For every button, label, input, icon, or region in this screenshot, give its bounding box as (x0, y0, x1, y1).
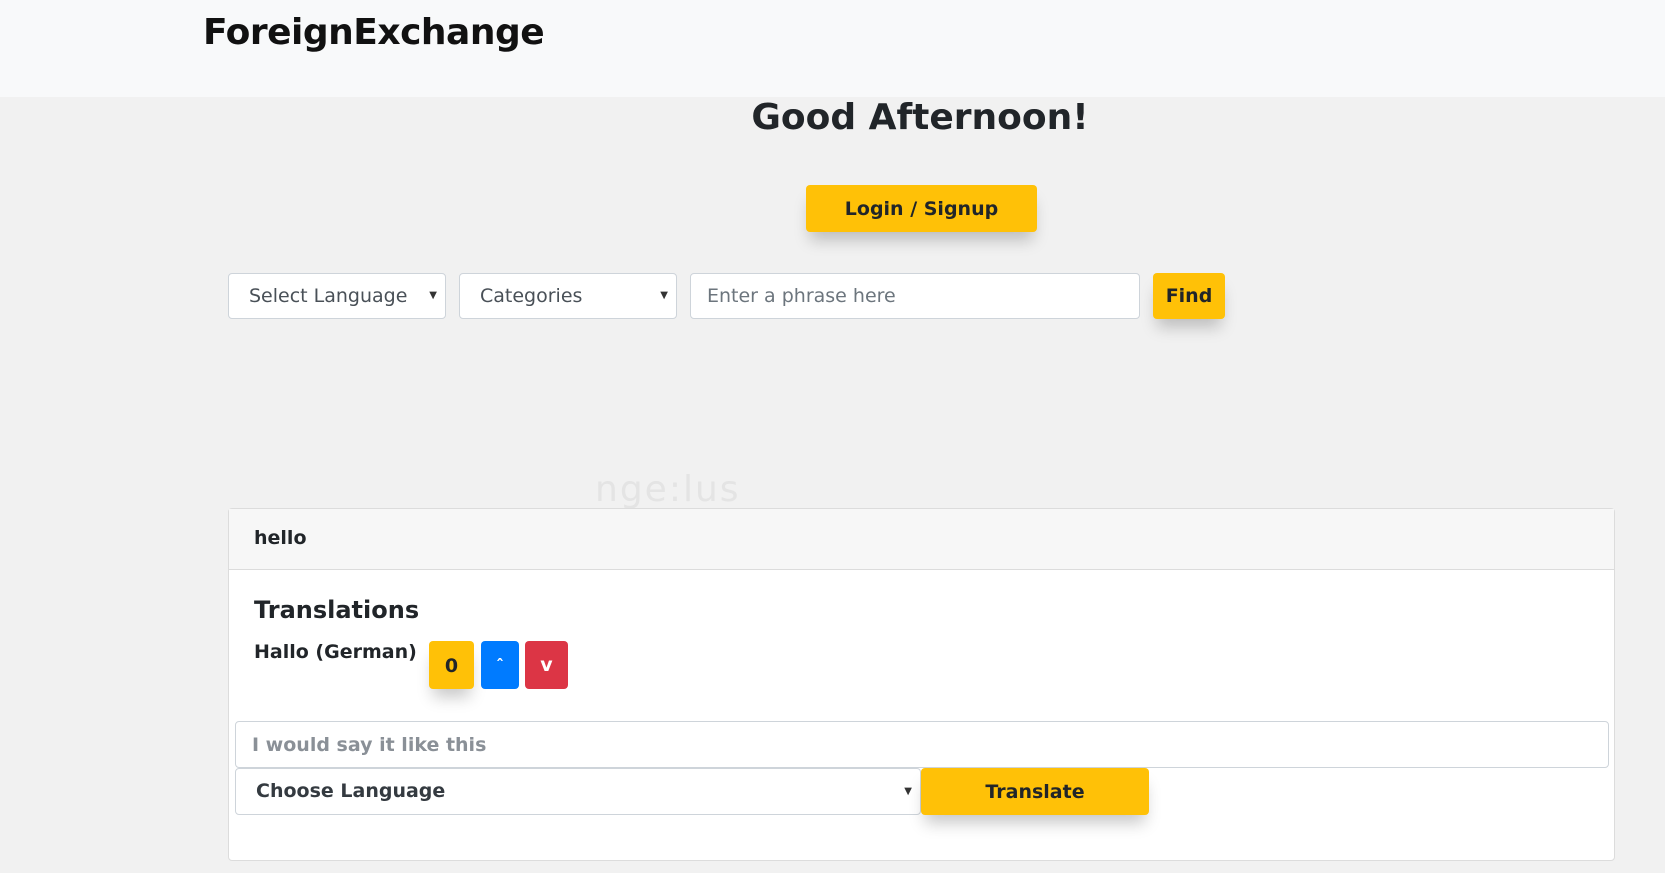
watermark-text: nge:lus (595, 469, 741, 510)
downvote-button[interactable]: v (525, 641, 568, 689)
card-header: hello (229, 509, 1614, 570)
translate-button[interactable]: Translate (921, 768, 1149, 815)
chevron-down-icon: ▼ (904, 786, 912, 797)
brand-logo[interactable]: ForeignExchange (203, 12, 545, 53)
choose-language-value: Choose Language (256, 780, 446, 802)
chevron-down-icon: ▼ (660, 290, 668, 301)
find-button[interactable]: Find (1153, 273, 1225, 319)
phrase-title: hello (254, 527, 307, 549)
navbar: ForeignExchange (0, 0, 1665, 97)
greeting-title: Good Afternoon! (751, 97, 1089, 138)
categories-dropdown[interactable]: Categories ▼ (459, 273, 677, 319)
translations-heading: Translations (254, 596, 420, 624)
login-signup-button[interactable]: Login / Signup (806, 185, 1037, 232)
upvote-button[interactable]: ˆ (481, 641, 519, 689)
phrase-card: hello Translations Hallo (German) 0 ˆ v … (228, 508, 1615, 861)
vote-count-badge: 0 (429, 641, 474, 689)
choose-language-dropdown[interactable]: Choose Language ▼ (235, 768, 921, 815)
phrase-search-input[interactable] (690, 273, 1140, 319)
categories-value: Categories (480, 285, 583, 307)
suggest-translation-input[interactable] (235, 721, 1609, 768)
chevron-down-icon: ▼ (429, 290, 437, 301)
translation-item: Hallo (German) (254, 641, 417, 663)
select-language-dropdown[interactable]: Select Language ▼ (228, 273, 446, 319)
select-language-value: Select Language (249, 285, 408, 307)
